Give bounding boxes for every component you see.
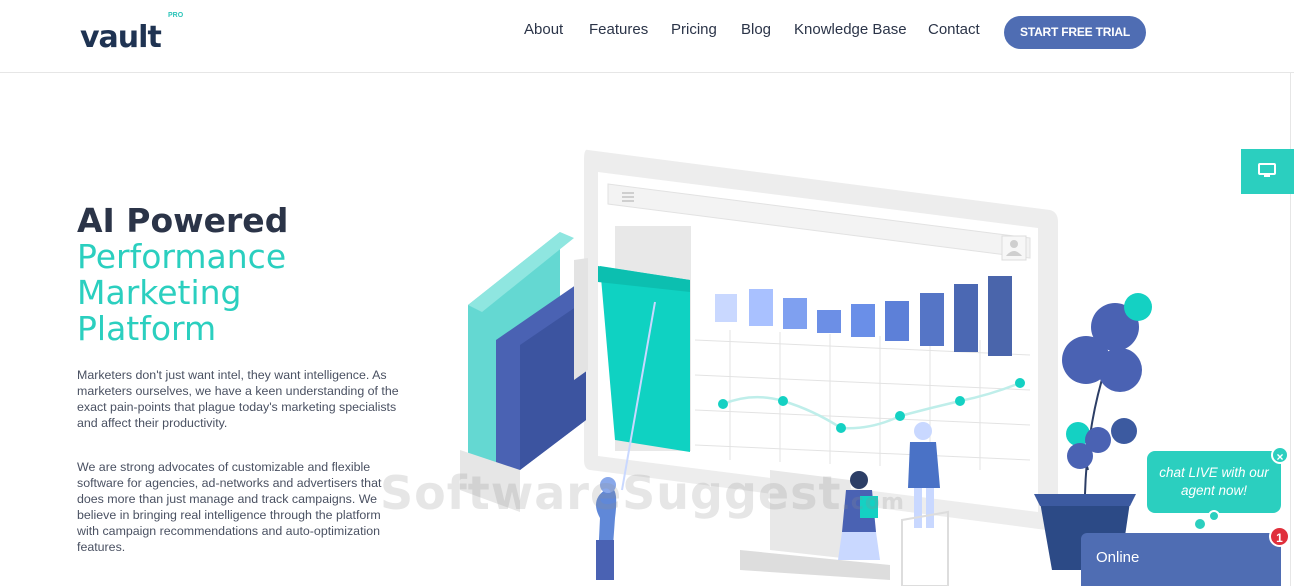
watermark-text: SoftwareSuggest [380,466,842,520]
chat-close-button[interactable]: × [1271,446,1289,464]
chart-bar [851,304,875,337]
chart-bar [885,301,909,341]
chart-bar [749,289,773,326]
start-free-trial-button[interactable]: START FREE TRIAL [1004,16,1146,49]
side-monitor-tab[interactable] [1241,149,1294,194]
monitor-icon [1258,163,1276,177]
chart-bar [817,310,841,333]
nav-about[interactable]: About [524,21,563,43]
site-header: vault PRO About Features Pricing Blog Kn… [0,0,1294,73]
watermark: SoftwareSuggest.com [380,466,905,520]
notification-badge: 1 [1269,526,1290,547]
chart-bar [954,284,978,352]
chat-bubble-tail [1208,510,1220,522]
logo-wordmark: vault [80,20,162,55]
nav-contact[interactable]: Contact [928,21,980,43]
chart-bar [783,298,807,329]
chat-online-bar[interactable]: Online [1081,533,1281,586]
hero-title-line-2: Performance [77,237,287,276]
chat-bubble-tail-small [1195,519,1205,529]
hero-title-line-3: Marketing [77,273,242,312]
watermark-suffix: .com [841,490,905,515]
nav-pricing[interactable]: Pricing [671,21,717,43]
nav-blog[interactable]: Blog [741,21,771,43]
online-status-label: Online [1096,549,1140,566]
hero-title-line-4: Platform [77,309,217,348]
vault-logo[interactable]: vault PRO [80,12,190,60]
chart-bar [715,294,737,322]
live-chat-bubble[interactable]: chat LIVE with our agent now! [1147,451,1281,513]
chart-bar [920,293,944,346]
hero-title-line-1: AI Powered [77,201,289,240]
nav-knowledge-base[interactable]: Knowledge Base [794,21,907,43]
hero-paragraph-2: We are strong advocates of customizable … [77,460,382,554]
logo-pro-badge: PRO [168,12,184,19]
nav-features[interactable]: Features [589,21,648,43]
hero-paragraph-1: Marketers don't just want intel, they wa… [77,368,399,430]
chart-bar [988,276,1012,356]
